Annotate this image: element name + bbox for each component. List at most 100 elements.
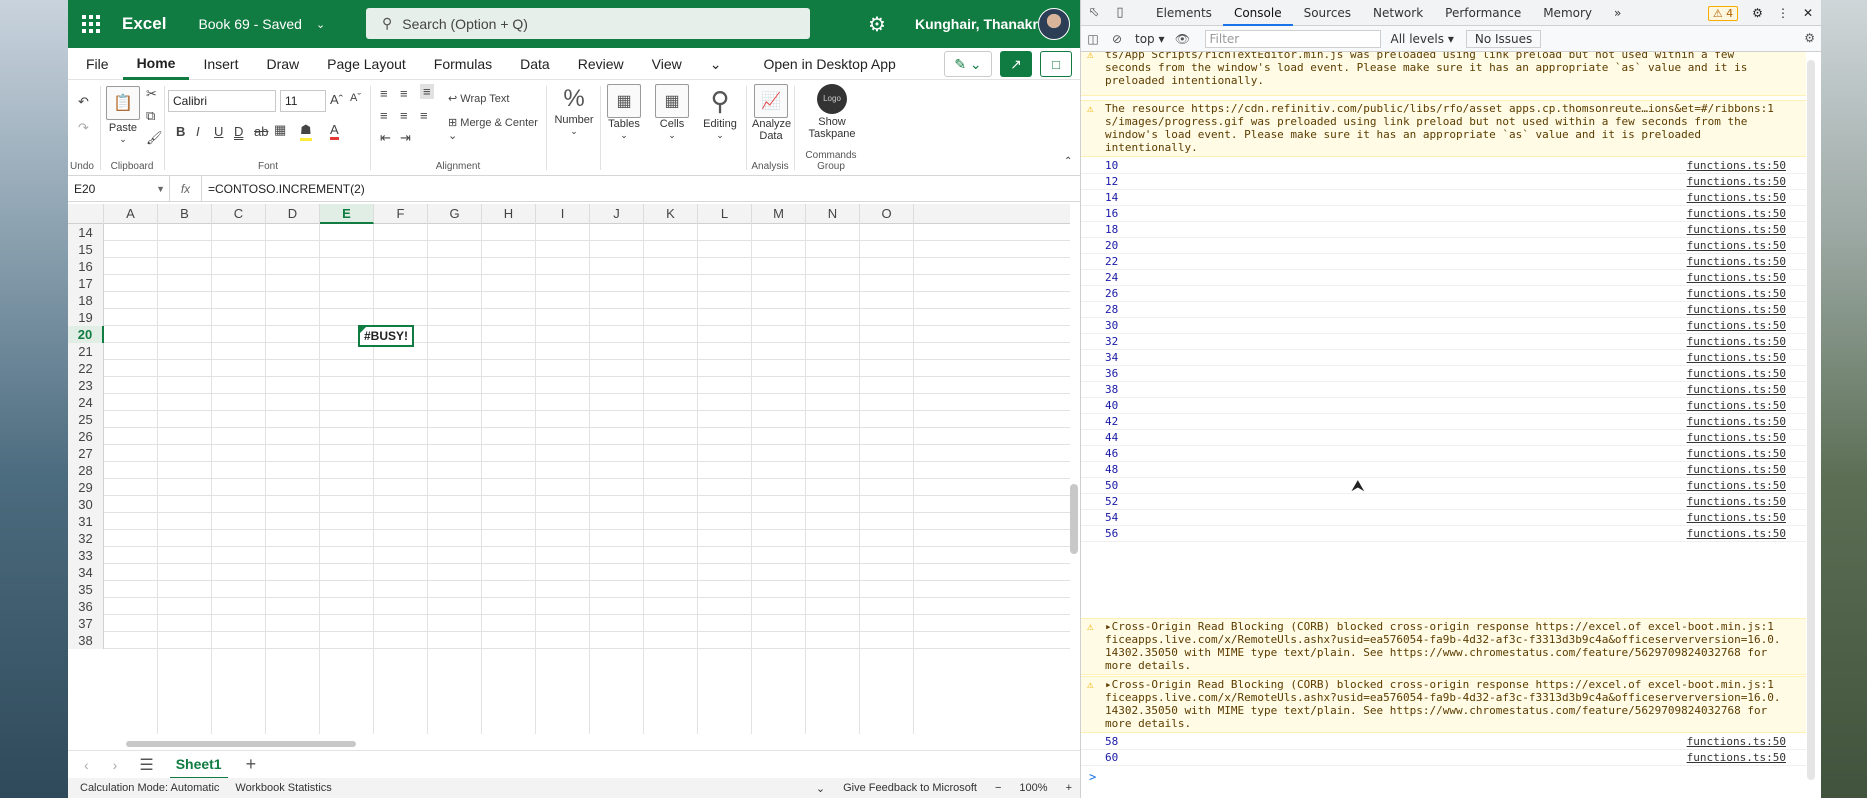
row-header-21[interactable]: 21 [68,343,104,360]
log-source-link[interactable]: functions.ts:50 [1687,526,1786,541]
tab-memory[interactable]: Memory [1532,0,1603,26]
tab-file[interactable]: File [72,48,123,80]
close-icon[interactable]: ✕ [1803,6,1813,20]
column-header-m[interactable]: M [752,204,806,224]
row-header-35[interactable]: 35 [68,581,104,598]
settings-gear-icon[interactable]: ⚙ [1752,6,1763,20]
sidebar-toggle-icon[interactable]: ◫ [1081,32,1105,46]
row-header-26[interactable]: 26 [68,428,104,445]
log-source-link[interactable]: functions.ts:50 [1687,414,1786,429]
calculation-mode[interactable]: Calculation Mode: Automatic [80,782,219,794]
log-source-link[interactable]: functions.ts:50 [1687,270,1786,285]
app-name[interactable]: Excel [122,14,166,34]
inspect-element-icon[interactable]: ⬁ [1081,5,1107,20]
strikethrough-icon[interactable]: ab [254,124,268,139]
next-sheet-icon[interactable]: › [105,757,126,773]
tab-draw[interactable]: Draw [252,48,313,80]
column-header-j[interactable]: J [590,204,644,224]
log-source-link[interactable]: functions.ts:50 [1687,382,1786,397]
context-select[interactable]: top ▾ [1129,32,1171,46]
more-tabs-chevron-icon[interactable]: ⌄ [696,48,736,80]
row-header-15[interactable]: 15 [68,241,104,258]
row-header-18[interactable]: 18 [68,292,104,309]
console-settings-gear-icon[interactable]: ⚙ [1804,31,1815,45]
row-header-23[interactable]: 23 [68,377,104,394]
row-header-16[interactable]: 16 [68,258,104,275]
log-source-link[interactable]: functions.ts:50 [1687,734,1786,749]
share-icon[interactable]: ↗ [1000,51,1032,77]
tables-button[interactable]: ▦ Tables ⌄ [602,84,646,141]
workbook-statistics[interactable]: Workbook Statistics [235,782,331,794]
row-header-30[interactable]: 30 [68,496,104,513]
log-source-link[interactable]: functions.ts:50 [1687,478,1786,493]
tab-sources[interactable]: Sources [1293,0,1362,26]
decrease-font-icon[interactable]: Aˇ [350,92,361,104]
all-sheets-icon[interactable]: ☰ [139,755,153,775]
tab-page-layout[interactable]: Page Layout [313,48,420,80]
log-source-link[interactable]: functions.ts:50 [1687,446,1786,461]
merge-center-button[interactable]: ⊞ Merge & Center ⌄ [448,116,544,142]
column-header-d[interactable]: D [266,204,320,224]
column-header-a[interactable]: A [104,204,158,224]
app-launcher-icon[interactable] [82,13,104,35]
settings-gear-icon[interactable]: ⚙ [868,12,886,37]
log-source-link[interactable]: functions.ts:50 [1687,510,1786,525]
name-box[interactable]: E20 ▼ [68,175,170,202]
align-middle-icon[interactable]: ≡ [400,86,408,101]
column-header-e[interactable]: E [320,204,374,224]
search-box[interactable]: ⚲ Search (Option + Q) [366,8,810,39]
row-header-22[interactable]: 22 [68,360,104,377]
column-header-g[interactable]: G [428,204,482,224]
increase-indent-icon[interactable]: ⇥ [400,130,411,146]
device-toolbar-icon[interactable]: ▯ [1107,5,1133,20]
row-header-24[interactable]: 24 [68,394,104,411]
prev-sheet-icon[interactable]: ‹ [76,757,97,773]
log-source-link[interactable]: functions.ts:50 [1687,206,1786,221]
underline-icon[interactable]: U [214,124,223,139]
column-header-c[interactable]: C [212,204,266,224]
row-header-27[interactable]: 27 [68,445,104,462]
user-name[interactable]: Kunghair, Thanakri... [915,16,1053,32]
log-source-link[interactable]: functions.ts:50 [1687,254,1786,269]
fill-color-icon[interactable]: ☗ [300,122,312,141]
zoom-in-icon[interactable]: + [1066,782,1072,794]
align-top-icon[interactable]: ≡ [380,86,388,101]
row-header-36[interactable]: 36 [68,598,104,615]
row-header-33[interactable]: 33 [68,547,104,564]
console-output[interactable]: ⚠ ts/App Scripts/richTextEditor.min.js w… [1081,52,1806,798]
log-source-link[interactable]: functions.ts:50 [1687,462,1786,477]
document-title[interactable]: Book 69 - Saved [198,16,302,32]
column-header-l[interactable]: L [698,204,752,224]
log-source-link[interactable]: functions.ts:50 [1687,334,1786,349]
row-header-25[interactable]: 25 [68,411,104,428]
row-header-28[interactable]: 28 [68,462,104,479]
column-header-o[interactable]: O [860,204,914,224]
increase-font-icon[interactable]: Aˆ [330,92,343,107]
select-all-corner[interactable] [68,204,104,224]
collapse-ribbon-icon[interactable]: ⌃ [1064,156,1072,167]
font-size-select[interactable]: 11 [280,90,326,112]
wrap-text-button[interactable]: ↩ Wrap Text [448,92,509,105]
live-expression-eye-icon[interactable]: 👁 [1171,32,1195,46]
add-sheet-icon[interactable]: + [246,754,257,775]
font-name-select[interactable]: Calibri [168,90,276,112]
more-tabs-icon[interactable]: » [1603,0,1632,26]
log-source-link[interactable]: functions.ts:50 [1687,750,1786,765]
filter-input[interactable]: Filter [1204,29,1381,48]
tab-formulas[interactable]: Formulas [420,48,506,80]
log-source-link[interactable]: functions.ts:50 [1687,158,1786,173]
column-header-k[interactable]: K [644,204,698,224]
column-header-n[interactable]: N [806,204,860,224]
log-source-link[interactable]: functions.ts:50 [1687,494,1786,509]
row-header-14[interactable]: 14 [68,224,104,241]
tab-review[interactable]: Review [564,48,638,80]
formula-input[interactable]: =CONTOSO.INCREMENT(2) [202,182,365,196]
fx-icon[interactable]: fx [170,175,202,202]
log-source-link[interactable]: functions.ts:50 [1687,302,1786,317]
column-header-i[interactable]: I [536,204,590,224]
avatar[interactable] [1038,8,1070,40]
active-cell-e20[interactable]: #BUSY! [358,325,414,347]
chevron-down-icon[interactable]: ⌄ [816,782,825,795]
tab-data[interactable]: Data [506,48,564,80]
font-color-icon[interactable]: A [330,122,339,140]
